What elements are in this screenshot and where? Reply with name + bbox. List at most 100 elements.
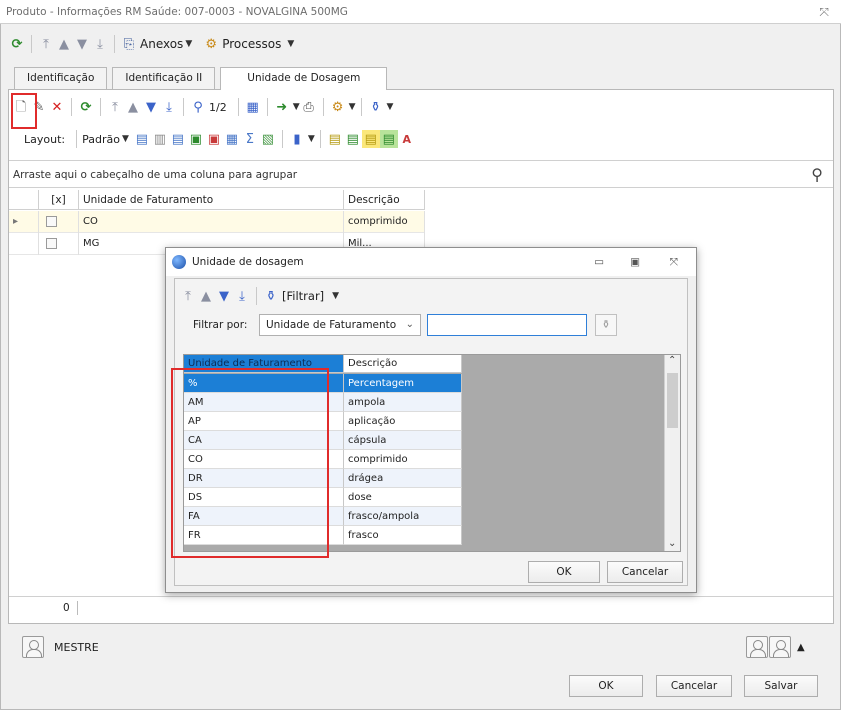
chevron-up-icon[interactable]: ▲ <box>797 642 805 653</box>
layout-export-icon[interactable]: ▣ <box>205 130 223 148</box>
grid-col-descricao[interactable]: Descrição <box>344 190 425 210</box>
view-green-icon[interactable]: ▤ <box>344 130 362 148</box>
chevron-down-icon[interactable]: ▼ <box>349 102 356 112</box>
next-record-icon[interactable]: ▼ <box>142 98 160 116</box>
previous-record-icon[interactable]: ▲ <box>197 287 215 305</box>
scroll-thumb[interactable] <box>667 373 678 428</box>
list-col-descricao[interactable]: Descrição <box>344 355 462 373</box>
export-icon[interactable]: ➜ <box>273 98 291 116</box>
view-yellow-icon[interactable]: ▤ <box>326 130 344 148</box>
close-icon[interactable]: ⤧ <box>819 0 829 24</box>
chevron-down-icon[interactable]: ▼ <box>185 39 192 49</box>
gears-icon[interactable]: ⚙ <box>329 98 347 116</box>
window-title: Produto - Informações RM Saúde: 007-0003… <box>6 6 348 18</box>
chevron-down-icon[interactable]: ▼ <box>308 134 315 144</box>
list-scrollbar[interactable]: ⌃ ⌄ <box>664 355 680 551</box>
delete-icon[interactable]: ✕ <box>48 98 66 116</box>
row-checkbox[interactable] <box>46 215 57 227</box>
ok-button[interactable]: OK <box>569 675 643 697</box>
cancel-button[interactable]: Cancelar <box>656 675 732 697</box>
row-checkbox[interactable] <box>46 237 57 249</box>
layout-image-icon[interactable]: ▧ <box>259 130 277 148</box>
chevron-down-icon[interactable]: ▼ <box>287 39 294 49</box>
gears-icon: ⚙ <box>205 36 218 52</box>
layout-save-icon[interactable]: ▤ <box>133 130 151 148</box>
view-green-highlight-icon[interactable]: ▤ <box>379 130 398 148</box>
filter-field-value: Unidade de Faturamento <box>266 319 397 331</box>
layout-columns-icon[interactable]: ▦ <box>223 130 241 148</box>
list-cell-desc: frasco <box>344 526 462 545</box>
table-row[interactable]: ▸ CO comprimido <box>9 211 425 233</box>
anexos-menu[interactable]: Anexos <box>140 37 183 51</box>
grid-toolbar: 🗋 ✎ ✕ ⟳ ⤒ ▲ ▼ ⤓ ⚲ 1/2 ▦ ➜ ▼ ⎙ ⚙ ▼ ⚱ ▼ <box>12 95 393 119</box>
user-list: ▲ <box>746 636 805 658</box>
first-record-icon[interactable]: ⤒ <box>179 287 197 305</box>
next-record-icon[interactable]: ▼ <box>73 35 91 53</box>
filter-button[interactable]: [Filtrar] <box>282 289 324 303</box>
paperclip-icon: ⎘ <box>123 36 135 52</box>
view-highlight-icon[interactable]: ▤ <box>361 130 380 148</box>
user-area: MESTRE <box>22 636 99 658</box>
refresh-icon[interactable]: ⟳ <box>8 35 26 53</box>
dialog-ok-button[interactable]: OK <box>528 561 600 583</box>
save-button[interactable]: Salvar <box>744 675 818 697</box>
first-record-icon[interactable]: ⤒ <box>37 35 55 53</box>
close-icon[interactable]: ⤧ <box>670 248 678 276</box>
filter-by-label: Filtrar por: <box>193 319 248 331</box>
chevron-down-icon[interactable]: ▼ <box>122 134 129 144</box>
chevron-down-icon[interactable]: ▼ <box>293 102 300 112</box>
chevron-down-icon[interactable]: ▼ <box>387 102 394 112</box>
filter-icon[interactable]: ⚱ <box>367 98 385 116</box>
padrao-menu[interactable]: Padrão <box>82 133 120 146</box>
window-titlebar: Produto - Informações RM Saúde: 007-0003… <box>0 0 841 24</box>
printer-icon[interactable]: ⎙ <box>300 98 318 116</box>
binoculars-icon[interactable]: ⚲ <box>189 98 207 116</box>
list-cell-desc: drágea <box>344 469 462 488</box>
next-record-icon[interactable]: ▼ <box>215 287 233 305</box>
scroll-up-icon[interactable]: ⌃ <box>668 355 676 366</box>
user-avatar-icon[interactable] <box>769 636 791 658</box>
maximize-icon[interactable]: ▣ <box>630 248 640 276</box>
grid-col-select[interactable]: [x] <box>39 190 79 210</box>
chevron-down-icon[interactable]: ▼ <box>332 291 339 301</box>
search-input[interactable] <box>427 314 587 336</box>
chevron-down-icon: ⌄ <box>405 319 414 330</box>
previous-record-icon[interactable]: ▲ <box>55 35 73 53</box>
layout-list-icon[interactable]: ▤ <box>169 130 187 148</box>
search-icon[interactable]: ⚲ <box>811 161 823 189</box>
minimize-icon[interactable]: ▭ <box>594 248 604 276</box>
dialog-cancel-button[interactable]: Cancelar <box>607 561 683 583</box>
layout-sum-icon[interactable]: Σ <box>241 130 259 148</box>
processos-menu[interactable]: Processos <box>222 37 281 51</box>
tab-identificacao[interactable]: Identificação <box>14 67 108 89</box>
dialog-titlebar: Unidade de dosagem ▭ ▣ ⤧ <box>166 248 696 276</box>
grid-view-icon[interactable]: ▦ <box>244 98 262 116</box>
tab-identificacao-ii[interactable]: Identificação II <box>112 67 216 89</box>
filter-icon[interactable]: ⚱ <box>262 287 280 305</box>
tab-strip: Identificação Identificação II Unidade d… <box>14 67 388 90</box>
last-record-icon[interactable]: ⤓ <box>160 98 178 116</box>
chart-icon[interactable]: ▮ <box>288 130 306 148</box>
user-avatar-icon[interactable] <box>746 636 768 658</box>
tab-unidade-de-dosagem[interactable]: Unidade de Dosagem <box>220 67 388 90</box>
refresh-icon[interactable]: ⟳ <box>77 98 95 116</box>
list-cell-desc: cápsula <box>344 431 462 450</box>
main-toolbar: ⟳ ⤒ ▲ ▼ ⤓ ⎘ Anexos ▼ ⚙ Processos ▼ <box>8 33 294 55</box>
grid-indicator-header <box>9 190 39 210</box>
last-record-icon[interactable]: ⤓ <box>91 35 109 53</box>
last-record-icon[interactable]: ⤓ <box>233 287 251 305</box>
previous-record-icon[interactable]: ▲ <box>124 98 142 116</box>
scroll-down-icon[interactable]: ⌄ <box>668 538 676 549</box>
grid-col-unidade[interactable]: Unidade de Faturamento <box>79 190 344 210</box>
group-hint: Arraste aqui o cabeçalho de uma coluna p… <box>13 169 298 181</box>
font-icon[interactable]: A <box>398 130 416 148</box>
list-cell-desc: comprimido <box>344 450 462 469</box>
first-record-icon[interactable]: ⤒ <box>106 98 124 116</box>
filter-field-select[interactable]: Unidade de Faturamento ⌄ <box>259 314 421 336</box>
row-indicator-icon: ▸ <box>9 211 39 233</box>
filter-apply-icon[interactable]: ⚱ <box>595 314 617 336</box>
layout-import-icon[interactable]: ▣ <box>187 130 205 148</box>
layout-copy-icon[interactable]: ▥ <box>151 130 169 148</box>
list-cell-desc: dose <box>344 488 462 507</box>
record-counter: 1/2 <box>209 100 227 114</box>
